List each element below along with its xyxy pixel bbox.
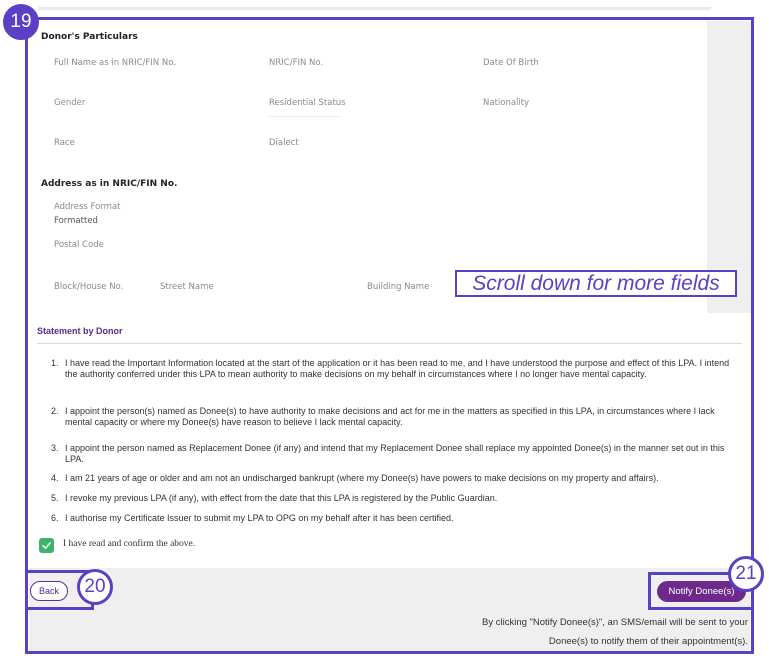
callout-badge-20: 20: [77, 569, 113, 605]
callout-badge-19: 19: [3, 4, 39, 40]
callout-badge-21: 21: [728, 556, 764, 592]
top-divider: [38, 7, 711, 10]
annotation-box-19: [25, 17, 754, 654]
